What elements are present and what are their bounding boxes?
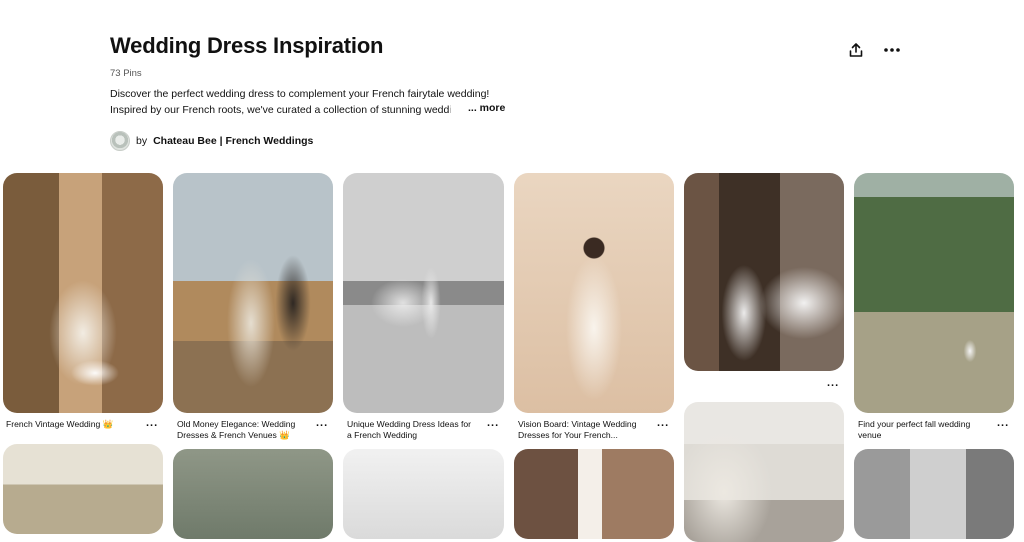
pin-image[interactable]: [854, 173, 1014, 413]
pin-more-icon[interactable]: ...: [146, 417, 158, 429]
pin-caption-line: Dresses for Your French...: [518, 430, 618, 440]
pin-caption-line: Vision Board: Vintage Wedding: [518, 419, 637, 429]
pin-caption[interactable]: Old Money Elegance: Wedding Dresses & Fr…: [177, 419, 295, 441]
pin-more-icon[interactable]: ...: [827, 377, 839, 389]
pin-caption[interactable]: Unique Wedding Dress Ideas for a French …: [347, 419, 471, 441]
pin-image[interactable]: [854, 449, 1014, 539]
share-icon[interactable]: [844, 38, 868, 62]
pin-caption-line: venue: [858, 430, 882, 440]
more-link[interactable]: ... more: [466, 102, 506, 114]
pin-caption[interactable]: Vision Board: Vintage Wedding Dresses fo…: [518, 419, 637, 441]
owner-prefix: by: [136, 135, 148, 147]
pin-caption[interactable]: Find your perfect fall wedding venue: [858, 419, 970, 441]
pin-image[interactable]: [343, 449, 504, 539]
pin-image[interactable]: [684, 402, 844, 542]
description-fade: i: [449, 103, 452, 116]
pin-more-icon[interactable]: ...: [997, 417, 1009, 429]
pin-image[interactable]: [343, 173, 504, 413]
pin-caption-line: a French Wedding: [347, 430, 418, 440]
board-description: Discover the perfect wedding dress to co…: [110, 87, 505, 118]
pin-image[interactable]: [173, 449, 333, 539]
pin-image[interactable]: [173, 173, 333, 413]
pin-more-icon[interactable]: ...: [487, 417, 499, 429]
pin-caption-line: Dresses & French Venues 👑: [177, 430, 290, 440]
pin-caption-line: Unique Wedding Dress Ideas for: [347, 419, 472, 429]
pin-image[interactable]: [684, 173, 844, 371]
pin-caption-line: Find your perfect fall wedding: [858, 419, 971, 429]
pin-image[interactable]: [514, 173, 674, 413]
owner-name[interactable]: Chateau Bee | French Weddings: [153, 135, 313, 147]
pin-caption-line: Old Money Elegance: Wedding: [177, 419, 296, 429]
owner-avatar[interactable]: [110, 131, 130, 151]
pin-caption[interactable]: French Vintage Wedding 👑: [6, 419, 113, 430]
more-icon-glyph: [884, 48, 900, 52]
board-title: Wedding Dress Inspiration: [110, 33, 384, 58]
description-line-2-text: Inspired by our French roots, we've cura…: [110, 103, 450, 116]
pin-image[interactable]: [514, 449, 674, 539]
board-owner[interactable]: by Chateau Bee | French Weddings: [110, 131, 313, 151]
description-line-2: Inspired by our French roots, we've cura…: [110, 103, 505, 119]
pin-more-icon[interactable]: ...: [657, 417, 669, 429]
pin-more-icon[interactable]: ...: [316, 417, 328, 429]
more-icon[interactable]: [880, 38, 904, 62]
pin-image[interactable]: [3, 444, 163, 534]
description-line-1: Discover the perfect wedding dress to co…: [110, 88, 490, 100]
pin-image[interactable]: [3, 173, 163, 413]
share-icon-glyph: [849, 43, 863, 57]
pin-count: 73 Pins: [110, 68, 142, 79]
